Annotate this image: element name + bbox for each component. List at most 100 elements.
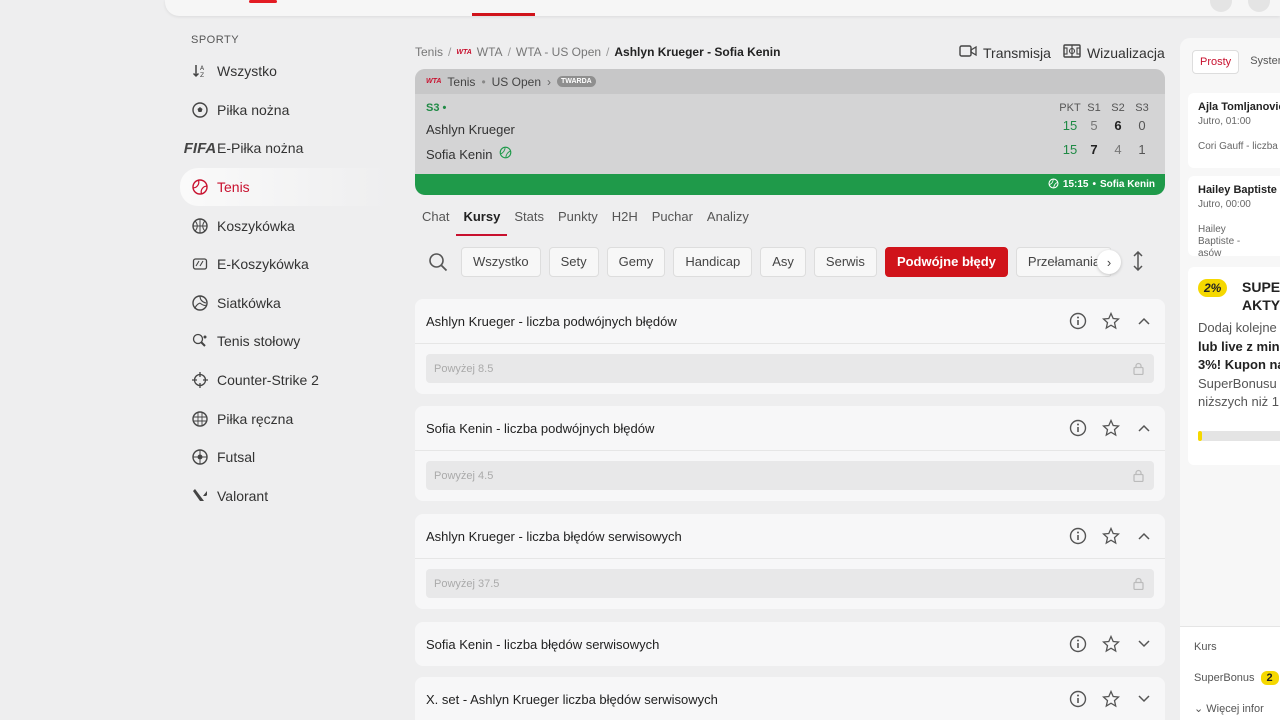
- chevron-down-icon[interactable]: [1134, 689, 1153, 708]
- betslip-item[interactable]: Hailey Baptiste Jutro, 00:00 Hailey Bapt…: [1188, 176, 1280, 256]
- sidebar-item-e-koszykowka[interactable]: E-Koszykówka: [180, 245, 390, 284]
- odd-label: Powyżej 4.5: [434, 469, 494, 482]
- betslip-item[interactable]: Ajla Tomljanović Jutro, 01:00 Cori Gauff…: [1188, 93, 1280, 168]
- market-header[interactable]: Sofia Kenin - liczba podwójnych błędów: [415, 406, 1165, 450]
- sidebar-item-tenis-stolowy[interactable]: Tenis stołowy: [180, 322, 390, 361]
- info-icon[interactable]: [1068, 418, 1087, 437]
- sidebar-item-pilka-reczna[interactable]: Piłka ręczna: [180, 399, 390, 438]
- crosshair-icon: [191, 371, 209, 389]
- sidebar-item-koszykowka[interactable]: Koszykówka: [180, 206, 390, 245]
- market-title: Ashlyn Krueger - liczba podwójnych błędó…: [426, 313, 677, 329]
- chevron-down-icon[interactable]: [1134, 634, 1153, 653]
- filter-chip-asy[interactable]: Asy: [760, 247, 806, 277]
- filter-chip-serwis[interactable]: Serwis: [813, 247, 877, 277]
- market-card: Sofia Kenin - liczba błędów serwisowych: [415, 622, 1165, 666]
- sidebar-item-wszystko[interactable]: AZ Wszystko: [180, 52, 390, 91]
- score-value: 4: [1114, 142, 1122, 157]
- betslip-panel: Prosty System Ajla Tomljanović Jutro, 01…: [1180, 38, 1280, 720]
- top-circle-button[interactable]: [1210, 0, 1232, 12]
- serving-ball-icon: [499, 146, 512, 162]
- stream-button[interactable]: Transmisja: [959, 44, 1051, 61]
- odd-option-locked[interactable]: Powyżej 37.5: [426, 569, 1154, 598]
- sidebar-item-counter-strike-2[interactable]: Counter-Strike 2: [180, 361, 390, 400]
- market-card: Ashlyn Krueger - liczba błędów serwisowy…: [415, 514, 1165, 609]
- tab-puchar[interactable]: Puchar: [645, 204, 700, 236]
- visualization-label: Wizualizacja: [1086, 44, 1165, 61]
- odd-option-locked[interactable]: Powyżej 8.5: [426, 354, 1154, 383]
- score-value: 15: [1062, 142, 1078, 157]
- lock-icon: [1133, 362, 1144, 378]
- score-column-pkt: PKT 15 15: [1055, 102, 1085, 162]
- tab-analizy[interactable]: Analizy: [700, 204, 756, 236]
- superbonus-badge: 2: [1260, 671, 1279, 685]
- top-circle-button[interactable]: [1248, 0, 1270, 12]
- visualization-button[interactable]: Wizualizacja: [1063, 44, 1165, 61]
- sidebar-item-label: Wszystko: [217, 63, 277, 80]
- market-header[interactable]: Ashlyn Krueger - liczba podwójnych błędó…: [415, 299, 1165, 343]
- filter-chip-podwojne-bledy[interactable]: Podwójne błędy: [884, 247, 1008, 277]
- tab-kursy[interactable]: Kursy: [456, 204, 508, 236]
- chevron-up-icon[interactable]: [1134, 526, 1153, 545]
- tab-punkty[interactable]: Punkty: [551, 204, 605, 236]
- sidebar-item-e-pilka-nozna[interactable]: FIFA E-Piłka nożna: [180, 129, 390, 168]
- sidebar-item-pilka-nozna[interactable]: Piłka nożna: [180, 91, 390, 130]
- breadcrumb-link-wta[interactable]: WTA: [477, 45, 503, 59]
- tab-stats[interactable]: Stats: [507, 204, 551, 236]
- filter-chip-handicap[interactable]: Handicap: [673, 247, 753, 277]
- breadcrumb-current: Ashlyn Krueger - Sofia Kenin: [614, 45, 781, 59]
- breadcrumb-link-us-open[interactable]: WTA - US Open: [516, 45, 601, 59]
- star-icon[interactable]: [1101, 634, 1120, 653]
- search-icon[interactable]: [425, 249, 451, 275]
- breadcrumb-link-tenis[interactable]: Tenis: [415, 45, 443, 59]
- odd-option-locked[interactable]: Powyżej 4.5: [426, 461, 1154, 490]
- star-icon[interactable]: [1101, 526, 1120, 545]
- sidebar-item-tenis[interactable]: Tenis: [180, 167, 390, 207]
- sidebar-item-siatkowka[interactable]: Siatkówka: [180, 284, 390, 323]
- tab-system[interactable]: System: [1243, 50, 1280, 74]
- filter-chip-wszystko[interactable]: Wszystko: [461, 247, 541, 277]
- info-icon[interactable]: [1068, 526, 1087, 545]
- promo-title: SUPER AKTY: [1242, 279, 1280, 313]
- chevron-up-icon[interactable]: [1134, 311, 1153, 330]
- sports-sidebar: SPORTY AZ Wszystko Piłka nożna FIFA E-Pi…: [180, 34, 390, 515]
- tab-prosty[interactable]: Prosty: [1192, 50, 1240, 74]
- sort-arrows-icon[interactable]: [1132, 250, 1144, 276]
- betslip-item-date: Jutro, 01:00: [1198, 116, 1251, 127]
- market-title: Sofia Kenin - liczba błędów serwisowych: [426, 636, 660, 652]
- sidebar-item-label: Tenis stołowy: [217, 333, 301, 350]
- market-title: Sofia Kenin - liczba podwójnych błędów: [426, 420, 655, 436]
- market-header[interactable]: Ashlyn Krueger - liczba błędów serwisowy…: [415, 514, 1165, 558]
- star-icon[interactable]: [1101, 418, 1120, 437]
- scoreboard-header: WTA Tenis • US Open › TWARDA: [415, 69, 1165, 94]
- live-status-bar: 15:15 • Sofia Kenin: [415, 174, 1165, 195]
- more-info-toggle[interactable]: ⌄ Więcej infor: [1194, 697, 1266, 720]
- info-icon[interactable]: [1068, 311, 1087, 330]
- sidebar-item-label: Counter-Strike 2: [217, 372, 319, 389]
- match-time: 15:15: [1062, 179, 1089, 190]
- scoreboard-tournament[interactable]: US Open: [492, 75, 541, 89]
- fifa-icon: FIFA: [183, 139, 217, 157]
- sidebar-item-label: Piłka nożna: [217, 101, 290, 118]
- score-value: 15: [1062, 118, 1078, 133]
- lock-icon: [1133, 469, 1144, 485]
- tab-h2h[interactable]: H2H: [605, 204, 645, 236]
- star-icon[interactable]: [1101, 689, 1120, 708]
- scoreboard-sport[interactable]: Tenis: [447, 75, 475, 89]
- market-header[interactable]: X. set - Ashlyn Krueger liczba błędów se…: [415, 677, 1165, 720]
- breadcrumb: Tenis / WTA WTA / WTA - US Open / Ashlyn…: [415, 45, 781, 59]
- brand-logo[interactable]: [249, 0, 277, 3]
- filter-chip-gemy[interactable]: Gemy: [606, 247, 666, 277]
- sidebar-item-futsal[interactable]: Futsal: [180, 438, 390, 477]
- chevron-right-icon[interactable]: ›: [1097, 250, 1121, 274]
- tab-chat[interactable]: Chat: [415, 204, 456, 236]
- chevron-up-icon[interactable]: [1134, 418, 1153, 437]
- info-icon[interactable]: [1068, 634, 1087, 653]
- star-icon[interactable]: [1101, 311, 1120, 330]
- filter-chip-sety[interactable]: Sety: [548, 247, 599, 277]
- market-filters: Wszystko Sety Gemy Handicap Asy Serwis P…: [425, 247, 1160, 277]
- info-icon[interactable]: [1068, 689, 1087, 708]
- market-header[interactable]: Sofia Kenin - liczba błędów serwisowych: [415, 622, 1165, 666]
- sidebar-item-label: Piłka ręczna: [217, 410, 294, 427]
- sidebar-item-valorant[interactable]: Valorant: [180, 477, 390, 516]
- current-set-indicator: S3 •: [426, 102, 447, 114]
